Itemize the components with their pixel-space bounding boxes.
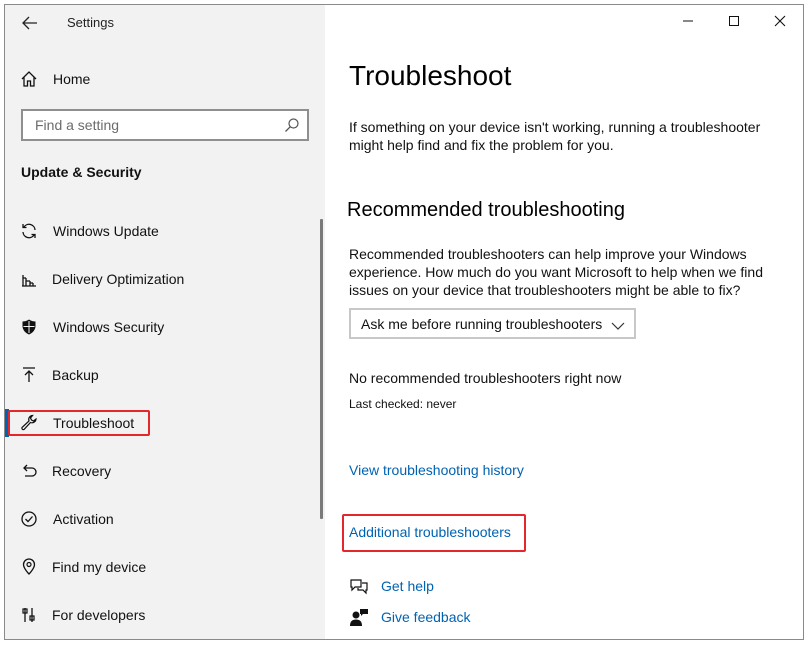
chevron-down-icon [611,318,625,336]
sidebar-item-label: Windows Update [53,223,159,239]
troubleshoot-highlight-box [8,410,150,436]
back-arrow-icon [22,16,37,30]
section-title: Update & Security [21,164,142,180]
no-recommended-text: No recommended troubleshooters right now [349,370,622,386]
search-box[interactable] [21,109,309,141]
sidebar-item-label: Find my device [52,559,147,575]
sidebar-item-label: Windows Security [53,319,165,335]
minimize-button[interactable] [665,5,711,37]
sync-icon [19,221,39,241]
activation-check-icon [19,509,39,529]
maximize-button[interactable] [711,5,757,37]
additional-troubleshooters-link[interactable]: Additional troubleshooters [349,524,511,540]
sidebar-item-label: Backup [52,367,99,383]
sidebar-item-delivery-optimization[interactable]: Delivery Optimization [5,259,325,299]
sidebar-item-windows-security[interactable]: Windows Security [5,307,325,347]
main-content: Troubleshoot If something on your device… [325,5,803,639]
developer-tools-icon [19,605,39,625]
get-help-link[interactable]: Get help [349,575,434,597]
close-icon [774,15,786,27]
sidebar-item-for-developers[interactable]: For developers [5,595,325,635]
sidebar-item-backup[interactable]: Backup [5,355,325,395]
page-title: Troubleshoot [349,60,512,91]
recommended-description: Recommended troubleshooters can help imp… [349,246,763,298]
delivery-optimization-icon [19,269,39,289]
get-help-label: Get help [381,578,434,594]
home-icon [19,69,39,89]
nav-home-label: Home [53,71,91,87]
find-device-icon [19,557,39,577]
dropdown-selected-value: Ask me before running troubleshooters [361,315,603,332]
settings-window: Settings Home Update & Security Windows … [4,4,804,640]
sidebar-item-label: Delivery Optimization [52,271,185,287]
maximize-icon [729,16,739,26]
intro-text: If something on your device isn't workin… [349,119,761,153]
search-icon [284,117,300,138]
backup-arrow-icon [19,365,39,385]
view-history-link[interactable]: View troubleshooting history [349,462,524,478]
search-input[interactable] [33,111,277,139]
sidebar-item-recovery[interactable]: Recovery [5,451,325,491]
recovery-icon [19,461,39,481]
give-feedback-link[interactable]: Give feedback [349,606,471,628]
minimize-icon [683,20,693,22]
troubleshooter-preference-dropdown[interactable]: Ask me before running troubleshooters [349,308,636,339]
feedback-person-icon [349,607,369,627]
sidebar-item-label: For developers [52,607,146,623]
last-checked-text: Last checked: never [349,397,457,411]
nav-home[interactable]: Home [5,59,325,99]
sidebar-item-windows-update[interactable]: Windows Update [5,211,325,251]
sidebar-item-label: Recovery [52,463,112,479]
sidebar-item-find-my-device[interactable]: Find my device [5,547,325,587]
sidebar: Settings Home Update & Security Windows … [5,5,325,639]
close-button[interactable] [757,5,803,37]
sidebar-item-label: Activation [53,511,114,527]
sidebar-item-activation[interactable]: Activation [5,499,325,539]
chat-help-icon [349,576,369,596]
shield-icon [19,317,39,337]
back-button[interactable] [17,12,43,34]
give-feedback-label: Give feedback [381,609,471,625]
app-title: Settings [67,15,114,30]
recommended-heading: Recommended troubleshooting [347,199,625,221]
sidebar-scrollbar[interactable] [320,219,323,519]
